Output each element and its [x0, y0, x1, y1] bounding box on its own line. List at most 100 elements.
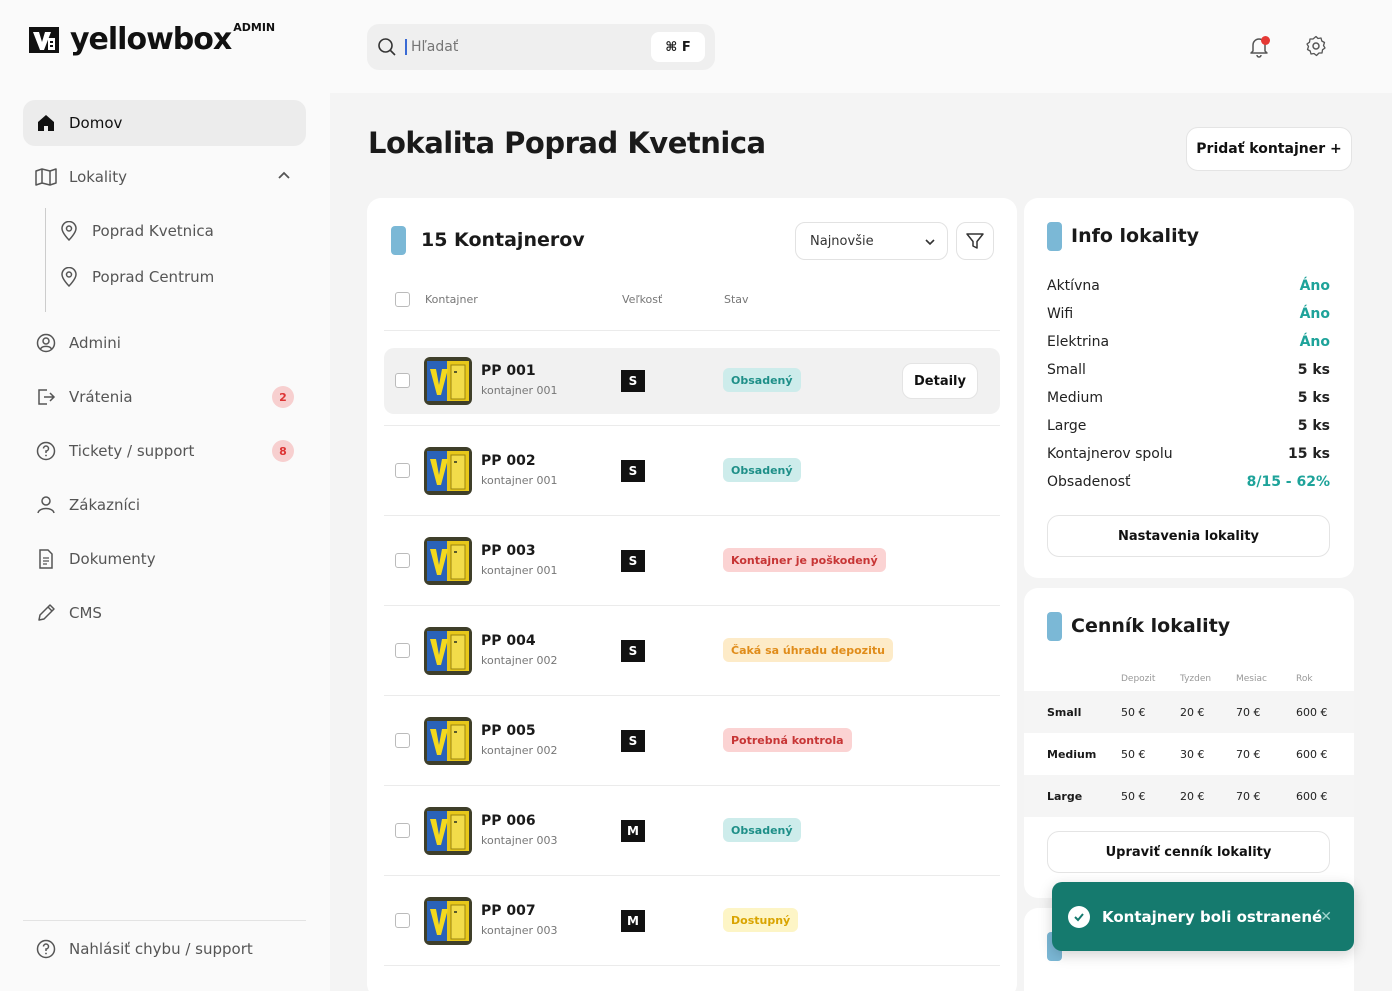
chevron-down-icon: [925, 239, 935, 246]
sidebar-item-lokality[interactable]: Lokality: [23, 154, 306, 200]
info-value: 5 ks: [1297, 418, 1330, 434]
row-checkbox[interactable]: [395, 553, 410, 568]
sidebar-item-vratenia[interactable]: Vrátenia 2: [23, 374, 306, 420]
price-row-label: Medium: [1047, 748, 1097, 761]
filter-button[interactable]: [956, 222, 994, 260]
sidebar-item-cms[interactable]: CMS: [23, 590, 306, 636]
row-checkbox[interactable]: [395, 373, 410, 388]
container-thumbnail: [424, 357, 472, 405]
sidebar-item-zakaznici[interactable]: Zákazníci: [23, 482, 306, 528]
home-icon: [35, 112, 57, 134]
table-row[interactable]: PP 001 kontajner 001 S Obsadený Detaily: [384, 348, 1000, 414]
sidebar-item-label: Admini: [69, 334, 121, 352]
row-checkbox[interactable]: [395, 913, 410, 928]
location-pin-icon: [58, 220, 80, 242]
sidebar-nav: Domov Lokality Poprad Kvetnica Poprad Ce…: [23, 100, 306, 644]
search-input[interactable]: [405, 39, 645, 55]
size-badge: S: [621, 460, 645, 482]
info-row: Wifi Áno: [1047, 300, 1330, 328]
chevron-up-icon[interactable]: [276, 168, 292, 184]
sidebar-item-admini[interactable]: Admini: [23, 320, 306, 366]
col-header-status: Stav: [724, 293, 749, 306]
logo[interactable]: yellowbox ADMIN: [28, 21, 276, 57]
count-badge: 8: [272, 440, 294, 462]
price-cell: 20 €: [1180, 790, 1205, 803]
table-row[interactable]: PP 003 kontajner 001 S Kontajner je pošk…: [384, 528, 1000, 594]
size-badge: S: [621, 370, 645, 392]
price-cell: 70 €: [1236, 706, 1261, 719]
details-button[interactable]: Detaily: [902, 363, 978, 399]
table-row[interactable]: PP 005 kontajner 002 S Potrebná kontrola: [384, 708, 1000, 774]
row-checkbox[interactable]: [395, 643, 410, 658]
price-cell: 30 €: [1180, 748, 1205, 761]
price-cell: 70 €: [1236, 790, 1261, 803]
divider: [23, 920, 306, 921]
accent-bar: [391, 226, 406, 255]
price-col-header: Tyzden: [1180, 674, 1212, 684]
sidebar-item-label: Zákazníci: [69, 496, 141, 514]
status-badge: Obsadený: [723, 818, 801, 842]
divider: [384, 425, 1000, 426]
container-subtitle: kontajner 001: [481, 474, 558, 487]
info-row: Large 5 ks: [1047, 412, 1330, 440]
status-badge: Obsadený: [723, 458, 801, 482]
brand-tag: ADMIN: [233, 21, 276, 34]
sub-item-label: Poprad Centrum: [92, 268, 215, 286]
info-value: Áno: [1299, 278, 1330, 294]
toast-message: Kontajnery boli ostranené: [1102, 907, 1323, 926]
sidebar: yellowbox ADMIN Domov Lokality Poprad Kv…: [0, 0, 330, 991]
select-all-checkbox[interactable]: [395, 292, 410, 307]
price-row: Large 50 € 20 € 70 € 600 €: [1024, 775, 1354, 817]
size-badge: S: [621, 730, 645, 752]
sidebar-item-poprad-centrum[interactable]: Poprad Centrum: [58, 254, 306, 300]
divider: [384, 695, 1000, 696]
price-cell: 70 €: [1236, 748, 1261, 761]
size-badge: M: [621, 910, 645, 932]
table-row[interactable]: PP 006 kontajner 003 M Obsadený: [384, 798, 1000, 864]
edit-pricing-button[interactable]: Upraviť cenník lokality: [1047, 831, 1330, 873]
price-row-label: Small: [1047, 706, 1082, 719]
row-checkbox[interactable]: [395, 733, 410, 748]
container-subtitle: kontajner 001: [481, 384, 558, 397]
table-row[interactable]: PP 004 kontajner 002 S Čaká sa úhradu de…: [384, 618, 1000, 684]
container-subtitle: kontajner 001: [481, 564, 558, 577]
gear-icon[interactable]: [1304, 34, 1328, 58]
row-checkbox[interactable]: [395, 823, 410, 838]
divider: [384, 605, 1000, 606]
status-badge: Čaká sa úhradu depozitu: [723, 638, 893, 662]
info-value: Áno: [1299, 334, 1330, 350]
price-cell: 600 €: [1296, 706, 1328, 719]
sidebar-item-tickety[interactable]: Tickety / support 8: [23, 428, 306, 474]
sort-value: Najnovšie: [810, 233, 874, 249]
container-name: PP 002: [481, 453, 536, 469]
sidebar-item-poprad-kvetnica[interactable]: Poprad Kvetnica: [58, 208, 306, 254]
container-name: PP 004: [481, 633, 536, 649]
sort-select[interactable]: Najnovšie: [795, 222, 948, 260]
sidebar-item-dokumenty[interactable]: Dokumenty: [23, 536, 306, 582]
location-submenu: Poprad Kvetnica Poprad Centrum: [45, 208, 306, 312]
topbar: ⌘ F: [330, 0, 1392, 93]
price-row: Small 50 € 20 € 70 € 600 €: [1024, 691, 1354, 733]
check-circle-icon: [1068, 905, 1090, 928]
search-box[interactable]: ⌘ F: [367, 24, 715, 70]
row-checkbox[interactable]: [395, 463, 410, 478]
sidebar-item-domov[interactable]: Domov: [23, 100, 306, 146]
close-icon[interactable]: ✕: [1320, 909, 1332, 925]
help-circle-icon: [35, 440, 57, 462]
filter-icon: [966, 233, 984, 249]
table-row[interactable]: PP 007 kontajner 003 M Dostupný: [384, 888, 1000, 954]
count-badge: 2: [272, 386, 294, 408]
brand-name: yellowbox: [70, 22, 232, 57]
search-shortcut: ⌘ F: [651, 32, 705, 62]
divider: [384, 330, 1000, 331]
container-thumbnail: [424, 717, 472, 765]
report-bug-link[interactable]: Nahlásiť chybu / support: [35, 938, 253, 960]
container-subtitle: kontajner 003: [481, 834, 558, 847]
accent-bar: [1047, 612, 1062, 641]
table-row[interactable]: PP 002 kontajner 001 S Obsadený: [384, 438, 1000, 504]
add-container-button[interactable]: Pridať kontajner +: [1186, 127, 1352, 171]
location-settings-button[interactable]: Nastavenia lokality: [1047, 515, 1330, 557]
price-col-header: Rok: [1296, 674, 1313, 684]
container-thumbnail: [424, 627, 472, 675]
container-thumbnail: [424, 537, 472, 585]
